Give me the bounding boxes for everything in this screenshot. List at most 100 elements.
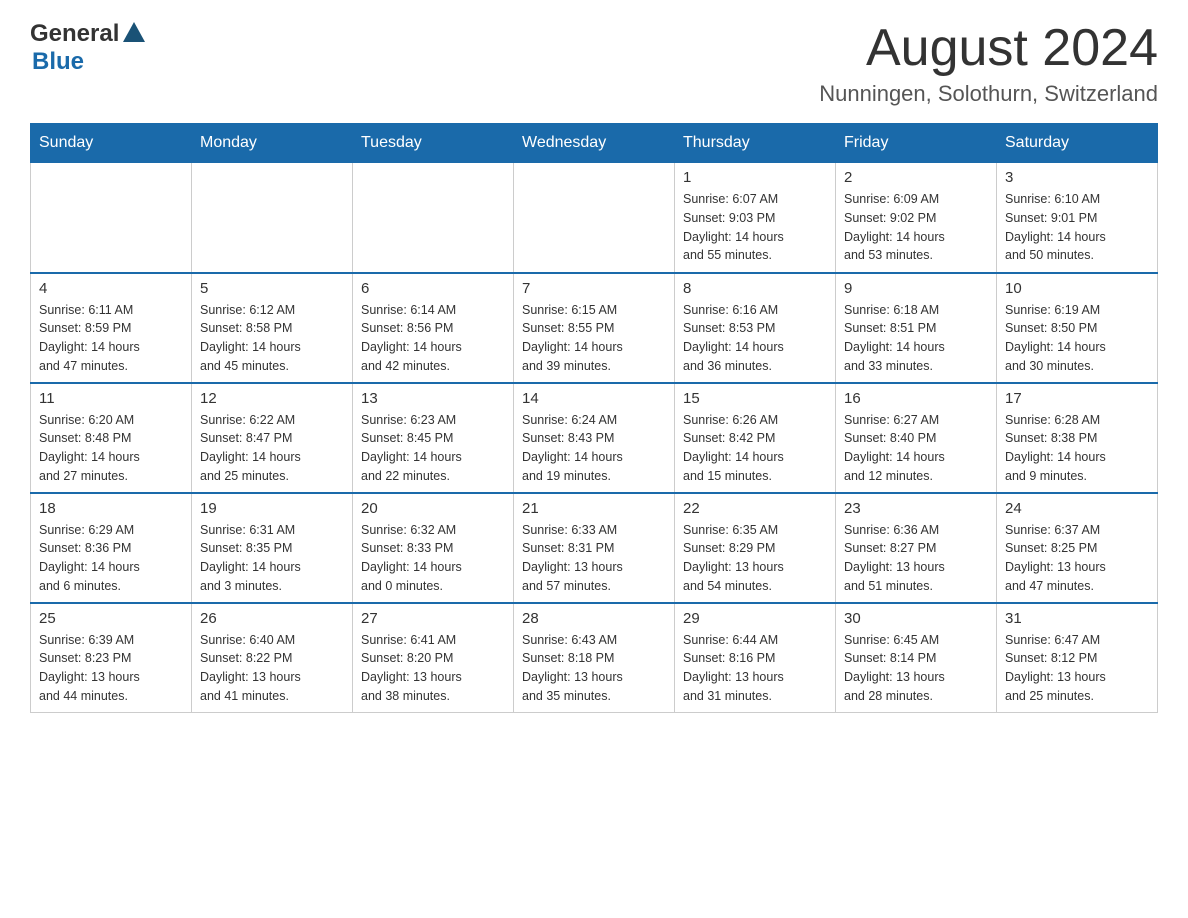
day-info: Sunrise: 6:11 AM Sunset: 8:59 PM Dayligh…: [39, 301, 183, 376]
day-number: 15: [683, 390, 827, 407]
logo-general-text: General: [30, 20, 119, 48]
day-info: Sunrise: 6:24 AM Sunset: 8:43 PM Dayligh…: [522, 411, 666, 486]
day-info: Sunrise: 6:16 AM Sunset: 8:53 PM Dayligh…: [683, 301, 827, 376]
day-info: Sunrise: 6:14 AM Sunset: 8:56 PM Dayligh…: [361, 301, 505, 376]
logo-triangle-icon: [121, 20, 147, 46]
day-info: Sunrise: 6:47 AM Sunset: 8:12 PM Dayligh…: [1005, 631, 1149, 706]
day-info: Sunrise: 6:22 AM Sunset: 8:47 PM Dayligh…: [200, 411, 344, 486]
day-info: Sunrise: 6:28 AM Sunset: 8:38 PM Dayligh…: [1005, 411, 1149, 486]
day-number: 11: [39, 390, 183, 407]
table-row: 26 Sunrise: 6:40 AM Sunset: 8:22 PM Dayli…: [192, 603, 353, 713]
table-row: [192, 163, 353, 273]
table-row: 27 Sunrise: 6:41 AM Sunset: 8:20 PM Dayli…: [353, 603, 514, 713]
day-info: Sunrise: 6:19 AM Sunset: 8:50 PM Dayligh…: [1005, 301, 1149, 376]
calendar-header-row: Sunday Monday Tuesday Wednesday Thursday…: [31, 124, 1158, 163]
location-title: Nunningen, Solothurn, Switzerland: [819, 81, 1158, 107]
col-thursday: Thursday: [675, 124, 836, 163]
table-row: 19Sunrise: 6:31 AM Sunset: 8:35 PM Dayli…: [192, 493, 353, 603]
day-info: Sunrise: 6:18 AM Sunset: 8:51 PM Dayligh…: [844, 301, 988, 376]
day-number: 28: [522, 610, 666, 627]
day-number: 8: [683, 280, 827, 297]
table-row: 5Sunrise: 6:12 AM Sunset: 8:58 PM Daylig…: [192, 273, 353, 383]
table-row: 6Sunrise: 6:14 AM Sunset: 8:56 PM Daylig…: [353, 273, 514, 383]
calendar-week-row: 4 Sunrise: 6:11 AM Sunset: 8:59 PM Daylig…: [31, 273, 1158, 383]
day-info: Sunrise: 6:26 AM Sunset: 8:42 PM Dayligh…: [683, 411, 827, 486]
table-row: 10Sunrise: 6:19 AM Sunset: 8:50 PM Dayli…: [997, 273, 1158, 383]
table-row: 4 Sunrise: 6:11 AM Sunset: 8:59 PM Daylig…: [31, 273, 192, 383]
day-number: 2: [844, 169, 988, 186]
table-row: [353, 163, 514, 273]
calendar-week-row: 11 Sunrise: 6:20 AM Sunset: 8:48 PM Dayli…: [31, 383, 1158, 493]
table-row: 17Sunrise: 6:28 AM Sunset: 8:38 PM Dayli…: [997, 383, 1158, 493]
day-number: 16: [844, 390, 988, 407]
table-row: 16 Sunrise: 6:27 AM Sunset: 8:40 PM Dayli…: [836, 383, 997, 493]
logo-blue-text: Blue: [32, 48, 84, 75]
day-number: 4: [39, 280, 183, 297]
day-info: Sunrise: 6:10 AM Sunset: 9:01 PM Dayligh…: [1005, 190, 1149, 265]
day-number: 1: [683, 169, 827, 186]
day-info: Sunrise: 6:23 AM Sunset: 8:45 PM Dayligh…: [361, 411, 505, 486]
table-row: 12 Sunrise: 6:22 AM Sunset: 8:47 PM Dayli…: [192, 383, 353, 493]
day-number: 18: [39, 500, 183, 517]
day-info: Sunrise: 6:27 AM Sunset: 8:40 PM Dayligh…: [844, 411, 988, 486]
table-row: 29 Sunrise: 6:44 AM Sunset: 8:16 PM Dayli…: [675, 603, 836, 713]
table-row: 18 Sunrise: 6:29 AM Sunset: 8:36 PM Dayli…: [31, 493, 192, 603]
table-row: 30 Sunrise: 6:45 AM Sunset: 8:14 PM Dayli…: [836, 603, 997, 713]
day-info: Sunrise: 6:09 AM Sunset: 9:02 PM Dayligh…: [844, 190, 988, 265]
table-row: 7 Sunrise: 6:15 AM Sunset: 8:55 PM Daylig…: [514, 273, 675, 383]
month-title: August 2024: [819, 20, 1158, 77]
day-info: Sunrise: 6:32 AM Sunset: 8:33 PM Dayligh…: [361, 521, 505, 596]
day-info: Sunrise: 6:31 AM Sunset: 8:35 PM Dayligh…: [200, 521, 344, 596]
day-info: Sunrise: 6:15 AM Sunset: 8:55 PM Dayligh…: [522, 301, 666, 376]
day-number: 22: [683, 500, 827, 517]
table-row: 3 Sunrise: 6:10 AM Sunset: 9:01 PM Daylig…: [997, 163, 1158, 273]
table-row: 23Sunrise: 6:36 AM Sunset: 8:27 PM Dayli…: [836, 493, 997, 603]
table-row: 20 Sunrise: 6:32 AM Sunset: 8:33 PM Dayli…: [353, 493, 514, 603]
table-row: 13 Sunrise: 6:23 AM Sunset: 8:45 PM Dayli…: [353, 383, 514, 493]
table-row: [31, 163, 192, 273]
day-number: 25: [39, 610, 183, 627]
day-info: Sunrise: 6:45 AM Sunset: 8:14 PM Dayligh…: [844, 631, 988, 706]
day-number: 26: [200, 610, 344, 627]
day-number: 31: [1005, 610, 1149, 627]
day-number: 27: [361, 610, 505, 627]
table-row: 22 Sunrise: 6:35 AM Sunset: 8:29 PM Dayli…: [675, 493, 836, 603]
table-row: 1 Sunrise: 6:07 AM Sunset: 9:03 PM Daylig…: [675, 163, 836, 273]
col-sunday: Sunday: [31, 124, 192, 163]
day-number: 29: [683, 610, 827, 627]
day-number: 13: [361, 390, 505, 407]
table-row: [514, 163, 675, 273]
day-number: 20: [361, 500, 505, 517]
day-info: Sunrise: 6:20 AM Sunset: 8:48 PM Dayligh…: [39, 411, 183, 486]
table-row: 21Sunrise: 6:33 AM Sunset: 8:31 PM Dayli…: [514, 493, 675, 603]
table-row: 14Sunrise: 6:24 AM Sunset: 8:43 PM Dayli…: [514, 383, 675, 493]
calendar-table: Sunday Monday Tuesday Wednesday Thursday…: [30, 123, 1158, 713]
day-info: Sunrise: 6:07 AM Sunset: 9:03 PM Dayligh…: [683, 190, 827, 265]
day-info: Sunrise: 6:35 AM Sunset: 8:29 PM Dayligh…: [683, 521, 827, 596]
day-info: Sunrise: 6:41 AM Sunset: 8:20 PM Dayligh…: [361, 631, 505, 706]
page-header: General Blue August 2024 Nunningen, Solo…: [30, 20, 1158, 107]
day-number: 5: [200, 280, 344, 297]
day-info: Sunrise: 6:37 AM Sunset: 8:25 PM Dayligh…: [1005, 521, 1149, 596]
day-info: Sunrise: 6:43 AM Sunset: 8:18 PM Dayligh…: [522, 631, 666, 706]
day-number: 30: [844, 610, 988, 627]
col-tuesday: Tuesday: [353, 124, 514, 163]
day-info: Sunrise: 6:29 AM Sunset: 8:36 PM Dayligh…: [39, 521, 183, 596]
table-row: 25Sunrise: 6:39 AM Sunset: 8:23 PM Dayli…: [31, 603, 192, 713]
day-info: Sunrise: 6:40 AM Sunset: 8:22 PM Dayligh…: [200, 631, 344, 706]
table-row: 31 Sunrise: 6:47 AM Sunset: 8:12 PM Dayli…: [997, 603, 1158, 713]
logo: General Blue: [30, 20, 147, 76]
day-info: Sunrise: 6:44 AM Sunset: 8:16 PM Dayligh…: [683, 631, 827, 706]
table-row: 11 Sunrise: 6:20 AM Sunset: 8:48 PM Dayli…: [31, 383, 192, 493]
day-number: 9: [844, 280, 988, 297]
table-row: 9 Sunrise: 6:18 AM Sunset: 8:51 PM Daylig…: [836, 273, 997, 383]
col-saturday: Saturday: [997, 124, 1158, 163]
calendar-week-row: 25Sunrise: 6:39 AM Sunset: 8:23 PM Dayli…: [31, 603, 1158, 713]
day-number: 3: [1005, 169, 1149, 186]
col-friday: Friday: [836, 124, 997, 163]
day-number: 12: [200, 390, 344, 407]
table-row: 15 Sunrise: 6:26 AM Sunset: 8:42 PM Dayli…: [675, 383, 836, 493]
day-info: Sunrise: 6:36 AM Sunset: 8:27 PM Dayligh…: [844, 521, 988, 596]
calendar-week-row: 18 Sunrise: 6:29 AM Sunset: 8:36 PM Dayli…: [31, 493, 1158, 603]
day-number: 7: [522, 280, 666, 297]
